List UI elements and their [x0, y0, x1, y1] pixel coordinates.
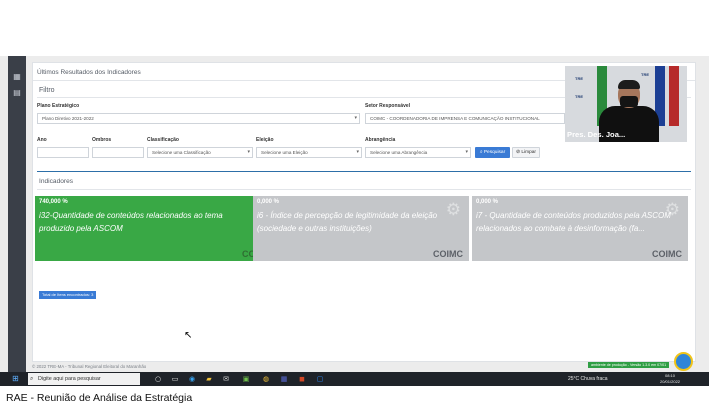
page-header: Últimos Resultados dos Indicadores	[37, 69, 141, 76]
tre-logo: TRE	[575, 76, 583, 81]
indicators-title: Indicadores	[39, 178, 74, 185]
task-view-icon[interactable]: ○	[154, 375, 162, 383]
ombros-input[interactable]	[92, 147, 144, 158]
zoom-watermark: zoom	[566, 326, 654, 365]
left-margin	[0, 56, 8, 372]
indicator-card[interactable]: 0,000 % ⚙ i7 - Quantidade de conteúdos p…	[472, 196, 688, 261]
ano-input[interactable]	[37, 147, 89, 158]
mail-icon[interactable]: ✉	[222, 375, 230, 383]
face-mask	[620, 96, 638, 107]
participant-hair	[618, 80, 640, 89]
weather-widget[interactable]: 25°C Chuva fraca	[568, 375, 608, 383]
chrome-icon[interactable]: ◍	[262, 375, 270, 383]
chevron-down-icon: ▾	[465, 149, 468, 155]
participant-video[interactable]: TRE TRE TRE Pres. Des. Joa...	[565, 66, 687, 142]
tre-logo: TRE	[575, 94, 583, 99]
search-button-label: Pesquisar	[483, 150, 506, 155]
tre-logo: TRE	[641, 72, 649, 77]
shared-screen: ▦ ▤ Últimos Resultados dos Indicadores F…	[0, 56, 709, 386]
abrangencia-select[interactable]: Selecione uma Abrangência ▾	[365, 147, 471, 158]
footer-copyright: © 2022 TRE-MA - Tribunal Regional Eleito…	[32, 364, 147, 369]
widgets-icon[interactable]: ▭	[171, 375, 179, 383]
setor-select[interactable]: COIMC - COORDENADORIA DE IMPRENSA E COMU…	[365, 113, 565, 124]
eleicao-label: Eleição	[256, 137, 274, 143]
windows-taskbar: ⊞ ⌕ Digite aqui para pesquisar ○ ▭ ◉ ▰ ✉…	[0, 372, 709, 386]
clock-date: 20/01/2022	[660, 379, 681, 384]
abrangencia-placeholder: Selecione uma Abrangência	[370, 150, 428, 155]
ombros-label: Ombros	[92, 137, 112, 143]
indicator-text: i32-Quantidade de conteúdos relacionados…	[39, 211, 223, 233]
classificacao-label: Classificação	[147, 137, 179, 143]
clear-button-label: Limpar	[521, 150, 537, 155]
filters-title: Filtro	[39, 87, 55, 94]
setor-value: COIMC - COORDENADORIA DE IMPRENSA E COMU…	[370, 116, 540, 121]
section-rule	[37, 171, 691, 172]
powerpoint-icon[interactable]: ◼	[298, 375, 306, 383]
indicator-percent: 740,000 %	[39, 199, 68, 205]
divider	[37, 189, 691, 190]
taskbar-search-placeholder: Digite aqui para pesquisar	[38, 376, 101, 382]
plano-select[interactable]: Plano Diretivo 2021-2022 ▾	[37, 113, 360, 124]
edge-icon[interactable]: ◉	[188, 375, 196, 383]
abrangencia-label: Abrangência	[365, 137, 396, 143]
mouse-cursor-icon: ↖	[184, 330, 193, 341]
windows-start-icon[interactable]: ⊞	[12, 375, 19, 383]
chevron-down-icon: ▾	[354, 115, 357, 121]
flag	[669, 66, 679, 126]
search-button[interactable]: ⌕ Pesquisar	[475, 147, 510, 158]
clear-button[interactable]: ⊘ Limpar	[512, 147, 540, 158]
indicator-percent: 0,000 %	[257, 199, 280, 205]
teams-icon[interactable]: ▦	[280, 375, 288, 383]
classificacao-select[interactable]: Selecione uma Classificação ▾	[147, 147, 253, 158]
taskbar-search[interactable]: ⌕ Digite aqui para pesquisar	[28, 373, 140, 385]
grid-icon[interactable]: ▦	[12, 72, 22, 81]
zoom-badge-icon	[674, 352, 693, 371]
search-icon: ⌕	[30, 376, 34, 382]
setor-label: Setor Responsável	[365, 103, 411, 109]
document-icon[interactable]: ▤	[12, 88, 22, 97]
file-explorer-icon[interactable]: ▰	[205, 375, 213, 383]
environment-status: ambiente de produção - Versão 1.3.0 em 0…	[588, 362, 670, 368]
app-icon[interactable]: ▣	[242, 375, 250, 383]
total-badge: Total de Itens encontrados: 3	[39, 291, 97, 299]
video-title: RAE - Reunião de Análise da Estratégia	[6, 392, 193, 404]
indicator-org: COIMC	[433, 249, 463, 259]
chevron-down-icon: ▾	[356, 149, 359, 155]
zoom-taskbar-icon[interactable]: ▢	[316, 375, 324, 383]
indicator-card[interactable]: 0,000 % ⚙ i6 - Índice de percepção de le…	[253, 196, 469, 261]
ano-label: Ano	[37, 137, 47, 143]
participant-name: Pres. Des. Joa...	[567, 130, 626, 139]
video-info-bar: RAE - Reunião de Análise da Estratégia	[0, 386, 709, 409]
indicator-percent: 0,000 %	[476, 199, 499, 205]
indicator-org: COIMC	[652, 249, 682, 259]
video-player: ▦ ▤ Últimos Resultados dos Indicadores F…	[0, 0, 709, 409]
plano-label: Plano Estratégico	[37, 103, 80, 109]
indicator-card[interactable]: 740,000 % ⚙ i32-Quantidade de conteúdos …	[35, 196, 278, 261]
eleicao-select[interactable]: Selecione uma Eleição ▾	[256, 147, 362, 158]
chevron-down-icon: ▾	[247, 149, 250, 155]
classificacao-placeholder: Selecione uma Classificação	[152, 150, 211, 155]
app-sidebar: ▦ ▤	[8, 56, 26, 372]
indicator-text: i6 - Índice de percepção de legitimidade…	[257, 211, 438, 233]
plano-value: Plano Diretivo 2021-2022	[42, 116, 94, 121]
eleicao-placeholder: Selecione uma Eleição	[261, 150, 308, 155]
taskbar-clock[interactable]: 08:10 20/01/2022	[660, 373, 680, 385]
indicator-text: i7 - Quantidade de conteúdos produzidos …	[476, 211, 671, 233]
